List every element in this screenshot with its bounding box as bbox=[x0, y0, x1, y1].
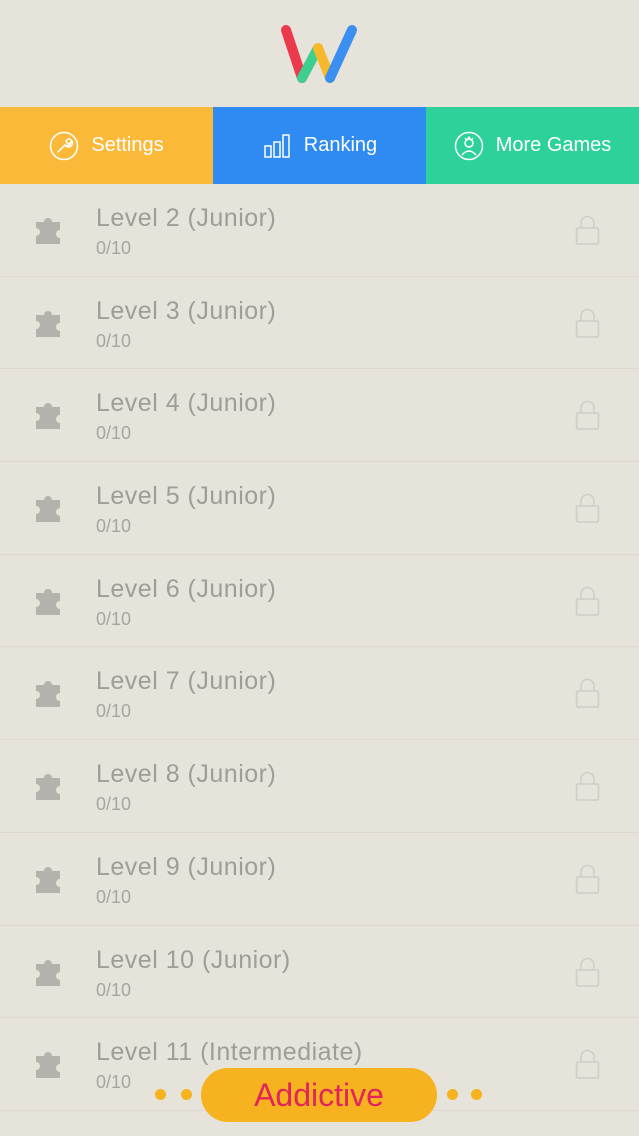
puzzle-piece-icon bbox=[34, 399, 64, 431]
lock-icon bbox=[575, 770, 600, 802]
tab-bar: Settings Ranking More Games bbox=[0, 107, 639, 184]
level-progress: 0/10 bbox=[96, 608, 132, 629]
level-progress: 0/10 bbox=[96, 330, 132, 351]
banner-dot bbox=[155, 1089, 166, 1100]
level-row[interactable]: Level 10 (Junior) 0/10 bbox=[0, 926, 639, 1019]
lock-icon bbox=[575, 307, 600, 339]
level-progress: 0/10 bbox=[96, 1072, 132, 1093]
puzzle-piece-icon bbox=[34, 492, 64, 524]
level-title: Level 4 (Junior) bbox=[96, 389, 277, 418]
banner-dot bbox=[181, 1089, 192, 1100]
puzzle-piece-icon bbox=[34, 307, 64, 339]
level-progress: 0/10 bbox=[96, 423, 132, 444]
banner-label: Addictive bbox=[254, 1076, 384, 1113]
lock-icon bbox=[575, 1048, 600, 1080]
lock-icon bbox=[575, 585, 600, 617]
lock-icon bbox=[575, 214, 600, 246]
puzzle-piece-icon bbox=[34, 770, 64, 802]
lock-icon bbox=[575, 863, 600, 895]
app-header bbox=[0, 0, 639, 107]
level-row[interactable]: Level 4 (Junior) 0/10 bbox=[0, 369, 639, 463]
puzzle-piece-icon bbox=[34, 585, 64, 617]
ranking-bars-icon bbox=[264, 133, 290, 158]
level-list: Level 2 (Junior) 0/10 Level 3 (Junior) 0/10… bbox=[0, 184, 639, 1136]
level-title: Level 9 (Junior) bbox=[96, 852, 277, 881]
puzzle-piece-icon bbox=[34, 956, 64, 988]
wrench-icon bbox=[50, 131, 79, 160]
tab-ranking[interactable]: Ranking bbox=[213, 107, 426, 184]
banner-dot bbox=[447, 1089, 458, 1100]
level-title: Level 6 (Junior) bbox=[96, 574, 277, 603]
lock-icon bbox=[575, 956, 600, 988]
level-row[interactable]: Level 9 (Junior) 0/10 bbox=[0, 833, 639, 926]
level-progress: 0/10 bbox=[96, 516, 132, 537]
level-row[interactable]: Level 2 (Junior) 0/10 bbox=[0, 184, 639, 277]
level-title: Level 5 (Junior) bbox=[96, 482, 277, 511]
tab-settings-label: Settings bbox=[91, 134, 164, 156]
level-progress: 0/10 bbox=[96, 701, 132, 722]
level-row[interactable]: Level 6 (Junior) 0/10 bbox=[0, 555, 639, 648]
puzzle-piece-icon bbox=[34, 1048, 64, 1080]
tab-ranking-label: Ranking bbox=[303, 134, 378, 156]
lock-icon bbox=[575, 677, 600, 709]
level-row[interactable]: Level 5 (Junior) 0/10 bbox=[0, 462, 639, 555]
level-progress: 0/10 bbox=[96, 979, 132, 1000]
level-progress: 0/10 bbox=[96, 794, 132, 815]
banner[interactable]: Addictive bbox=[155, 1068, 485, 1122]
puzzle-piece-icon bbox=[34, 863, 64, 895]
banner-dot bbox=[471, 1089, 482, 1100]
level-row[interactable]: Level 3 (Junior) 0/10 bbox=[0, 277, 639, 370]
tab-more-games[interactable]: More Games bbox=[426, 107, 639, 184]
lock-icon bbox=[575, 399, 600, 431]
tab-more-games-label: More Games bbox=[495, 134, 612, 156]
tab-settings[interactable]: Settings bbox=[0, 107, 213, 184]
level-title: Level 10 (Junior) bbox=[96, 945, 291, 974]
level-title: Level 8 (Junior) bbox=[96, 760, 277, 789]
level-title: Level 2 (Junior) bbox=[96, 204, 277, 232]
app-logo-icon bbox=[280, 24, 357, 83]
level-title: Level 11 (Intermediate) bbox=[96, 1038, 363, 1067]
level-title: Level 3 (Junior) bbox=[96, 296, 277, 325]
puzzle-piece-icon bbox=[34, 677, 64, 709]
level-progress: 0/10 bbox=[96, 886, 132, 907]
level-row[interactable]: Level 8 (Junior) 0/10 bbox=[0, 740, 639, 833]
level-row[interactable]: Level 7 (Junior) 0/10 bbox=[0, 647, 639, 741]
person-icon bbox=[454, 131, 483, 160]
level-title: Level 7 (Junior) bbox=[96, 667, 277, 696]
lock-icon bbox=[575, 492, 600, 524]
level-progress: 0/10 bbox=[96, 238, 132, 258]
puzzle-piece-icon bbox=[34, 214, 64, 246]
addictive-button[interactable]: Addictive bbox=[201, 1068, 437, 1122]
